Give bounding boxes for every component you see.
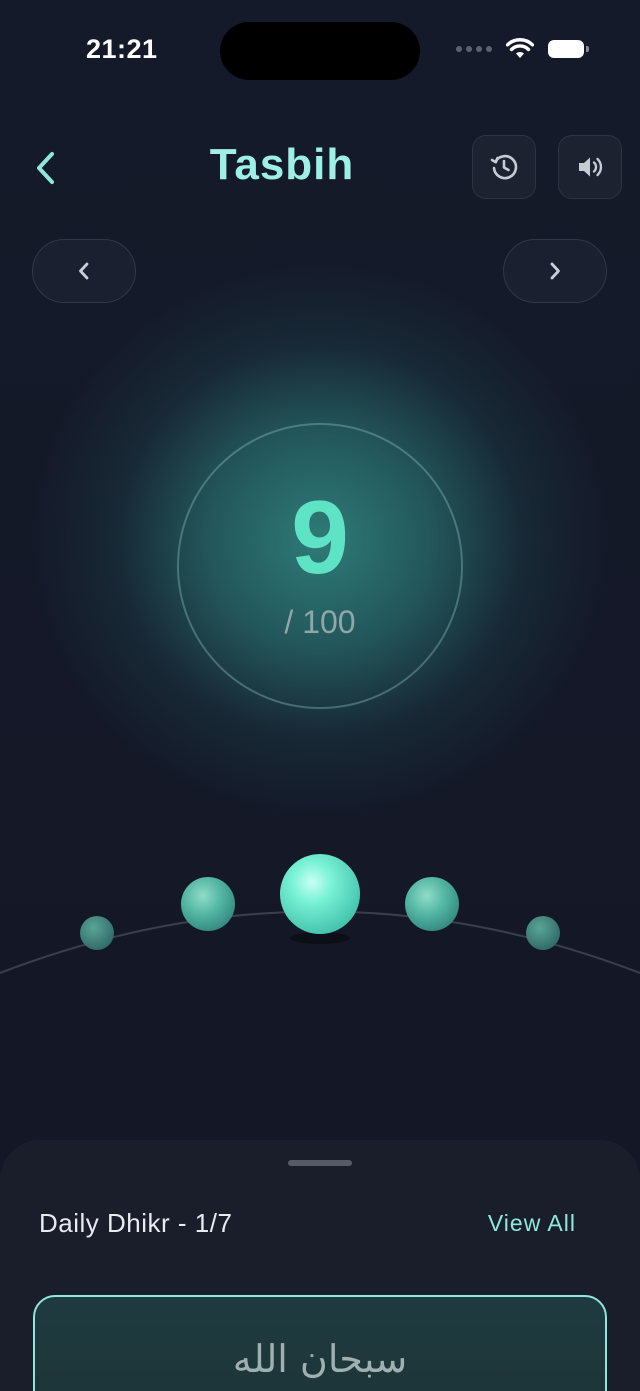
history-icon [490,154,518,180]
bead [181,877,235,931]
bead [526,916,560,950]
count-target: / 100 [284,604,356,640]
chevron-left-icon [79,262,89,280]
count-value: 9 [291,480,349,596]
tasbih-screen: 21:21 Tasbih 9 / 100 Daily Dhikr - 1/7 V… [0,0,640,1391]
dynamic-island [220,22,420,80]
status-time: 21:21 [86,34,158,64]
speaker-icon [579,157,603,177]
active-bead[interactable] [280,854,360,934]
dhikr-arabic-text: سبحان الله [232,1337,408,1381]
dhikr-card[interactable]: سبحان الله [33,1295,607,1391]
sheet-title: Daily Dhikr - 1/7 [39,1208,233,1238]
battery-icon [548,40,589,58]
view-all-link[interactable]: View All [488,1210,576,1237]
bead [80,916,114,950]
bead-string[interactable] [0,840,640,1000]
sheet-grabber[interactable] [288,1160,352,1166]
wifi-icon [506,38,534,58]
sound-button[interactable] [558,135,622,199]
previous-dhikr-button[interactable] [32,239,136,303]
chevron-right-icon [550,262,560,280]
status-indicators [456,38,589,60]
history-button[interactable] [472,135,536,199]
dhikr-bottom-sheet[interactable]: Daily Dhikr - 1/7 View All سبحان الله [0,1140,640,1391]
next-dhikr-button[interactable] [503,239,607,303]
bead [405,877,459,931]
cellular-signal-icon [456,46,492,52]
